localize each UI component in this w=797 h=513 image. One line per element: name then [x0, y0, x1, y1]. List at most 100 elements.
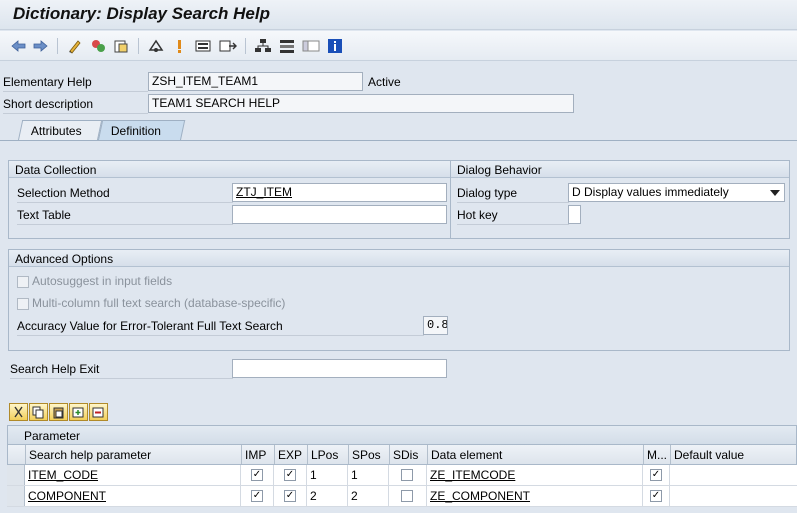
- status-text: Active: [368, 75, 401, 89]
- autosuggest-label: Autosuggest in input fields: [32, 274, 173, 288]
- exp-checkbox[interactable]: ✓: [284, 469, 296, 481]
- exp-checkbox[interactable]: ✓: [284, 490, 296, 502]
- imp-checkbox[interactable]: ✓: [251, 490, 263, 502]
- other-object-icon[interactable]: [111, 36, 131, 56]
- hot-key-label-cell: Hot key: [457, 205, 569, 225]
- row-selector[interactable]: [7, 465, 25, 485]
- table-toolbar: [7, 401, 117, 423]
- table-row[interactable]: COMPONENT ✓ ✓ 2 2 ZE_COMPONENT ✓: [7, 486, 797, 507]
- text-table-field[interactable]: [232, 205, 447, 224]
- col-lpos[interactable]: LPos: [308, 445, 349, 464]
- cell-lpos[interactable]: 2: [307, 486, 348, 506]
- multicolumn-search-checkbox[interactable]: [17, 298, 29, 310]
- cut-icon[interactable]: [9, 403, 28, 421]
- cell-m: ✓: [643, 486, 670, 506]
- search-help-exit-field[interactable]: [232, 359, 447, 378]
- hot-key-label: Hot key: [457, 208, 498, 222]
- search-help-exit-label: Search Help Exit: [10, 362, 100, 376]
- hierarchy-icon[interactable]: [253, 36, 273, 56]
- selection-method-label: Selection Method: [17, 186, 110, 200]
- dialog-type-dropdown[interactable]: D Display values immediately: [568, 183, 785, 202]
- layout-icon[interactable]: [301, 36, 321, 56]
- accuracy-label: Accuracy Value for Error-Tolerant Full T…: [17, 319, 283, 333]
- data-collection-title: Data Collection: [9, 161, 450, 178]
- main-content: Elementary Help ZSH_ITEM_TEAM1 Active Sh…: [0, 62, 797, 513]
- check-icon[interactable]: [169, 36, 189, 56]
- accuracy-label-cell: Accuracy Value for Error-Tolerant Full T…: [17, 316, 424, 336]
- cell-data-element[interactable]: ZE_ITEMCODE: [427, 465, 643, 485]
- hot-key-field[interactable]: [568, 205, 581, 224]
- cell-default-value[interactable]: [670, 465, 797, 485]
- cell-exp: ✓: [274, 486, 307, 506]
- display-change-icon[interactable]: [65, 36, 85, 56]
- elementary-help-label: Elementary Help: [3, 75, 92, 89]
- forward-arrow-icon[interactable]: [31, 36, 51, 56]
- short-description-label-cell: Short description: [3, 94, 148, 114]
- table-row[interactable]: ITEM_CODE ✓ ✓ 1 1 ZE_ITEMCODE ✓: [7, 465, 797, 486]
- cell-search-help-parameter[interactable]: ITEM_CODE: [25, 465, 241, 485]
- text-table-label: Text Table: [17, 208, 71, 222]
- copy-icon[interactable]: [29, 403, 48, 421]
- info-icon[interactable]: [325, 36, 345, 56]
- m-checkbox[interactable]: ✓: [650, 469, 662, 481]
- selection-method-field[interactable]: ZTJ_ITEM: [232, 183, 447, 202]
- sdis-checkbox[interactable]: [401, 469, 413, 481]
- tab-attributes-label: Attributes: [30, 124, 82, 138]
- row-selector[interactable]: [7, 486, 25, 506]
- imp-checkbox[interactable]: ✓: [251, 469, 263, 481]
- autosuggest-checkbox[interactable]: [17, 276, 29, 288]
- tab-definition-label: Definition: [110, 124, 161, 138]
- advanced-options-title: Advanced Options: [9, 250, 789, 267]
- delete-row-icon[interactable]: [89, 403, 108, 421]
- multicolumn-search-label: Multi-column full text search (database-…: [32, 296, 286, 310]
- parameter-table: Parameter Search help parameter IMP EXP …: [7, 401, 797, 513]
- m-checkbox[interactable]: ✓: [650, 490, 662, 502]
- cell-search-help-parameter[interactable]: COMPONENT: [25, 486, 241, 506]
- col-sdis[interactable]: SDis: [390, 445, 428, 464]
- dialog-type-value: D Display values immediately: [572, 185, 729, 199]
- where-used-icon[interactable]: [146, 36, 166, 56]
- tab-strip: Attributes Definition: [0, 118, 797, 141]
- chevron-down-icon[interactable]: [770, 190, 780, 196]
- cell-lpos[interactable]: 1: [307, 465, 348, 485]
- cell-imp: ✓: [241, 486, 274, 506]
- cell-spos[interactable]: 2: [348, 486, 389, 506]
- select-all-column-header[interactable]: [8, 445, 26, 464]
- cell-m: ✓: [643, 465, 670, 485]
- insert-row-icon[interactable]: [69, 403, 88, 421]
- title-bar: Dictionary: Display Search Help: [0, 0, 797, 30]
- cell-sdis: [389, 486, 427, 506]
- cell-imp: ✓: [241, 465, 274, 485]
- col-search-help-parameter[interactable]: Search help parameter: [26, 445, 242, 464]
- cell-data-element[interactable]: ZE_COMPONENT: [427, 486, 643, 506]
- col-exp[interactable]: EXP: [275, 445, 308, 464]
- cell-sdis: [389, 465, 427, 485]
- tab-attributes[interactable]: Attributes: [17, 120, 103, 141]
- tab-definition[interactable]: Definition: [97, 120, 186, 141]
- col-spos[interactable]: SPos: [349, 445, 390, 464]
- col-m[interactable]: M...: [644, 445, 671, 464]
- sdis-checkbox[interactable]: [401, 490, 413, 502]
- col-default-value[interactable]: Default value: [671, 445, 797, 464]
- elementary-help-field[interactable]: ZSH_ITEM_TEAM1: [148, 72, 363, 91]
- parameter-table-title: Parameter: [7, 425, 797, 445]
- cell-spos[interactable]: 1: [348, 465, 389, 485]
- cell-exp: ✓: [274, 465, 307, 485]
- activate-icon[interactable]: [88, 36, 108, 56]
- short-description-label: Short description: [3, 97, 94, 111]
- display-object-list-icon[interactable]: [194, 36, 214, 56]
- paste-icon[interactable]: [49, 403, 68, 421]
- col-data-element[interactable]: Data element: [428, 445, 644, 464]
- cell-default-value[interactable]: [670, 486, 797, 506]
- col-imp[interactable]: IMP: [242, 445, 275, 464]
- dialog-behavior-title: Dialog Behavior: [451, 161, 789, 178]
- input-help-icon[interactable]: [277, 36, 297, 56]
- selection-method-label-cell: Selection Method: [17, 183, 233, 203]
- advanced-options-group: Advanced Options Autosuggest in input fi…: [8, 249, 790, 351]
- application-toolbar: [0, 31, 797, 61]
- text-table-label-cell: Text Table: [17, 205, 233, 225]
- accuracy-value-field[interactable]: 0.8: [423, 316, 448, 335]
- back-arrow-icon[interactable]: [8, 36, 28, 56]
- short-description-field[interactable]: TEAM1 SEARCH HELP: [148, 94, 574, 113]
- navigation-icon[interactable]: [218, 36, 238, 56]
